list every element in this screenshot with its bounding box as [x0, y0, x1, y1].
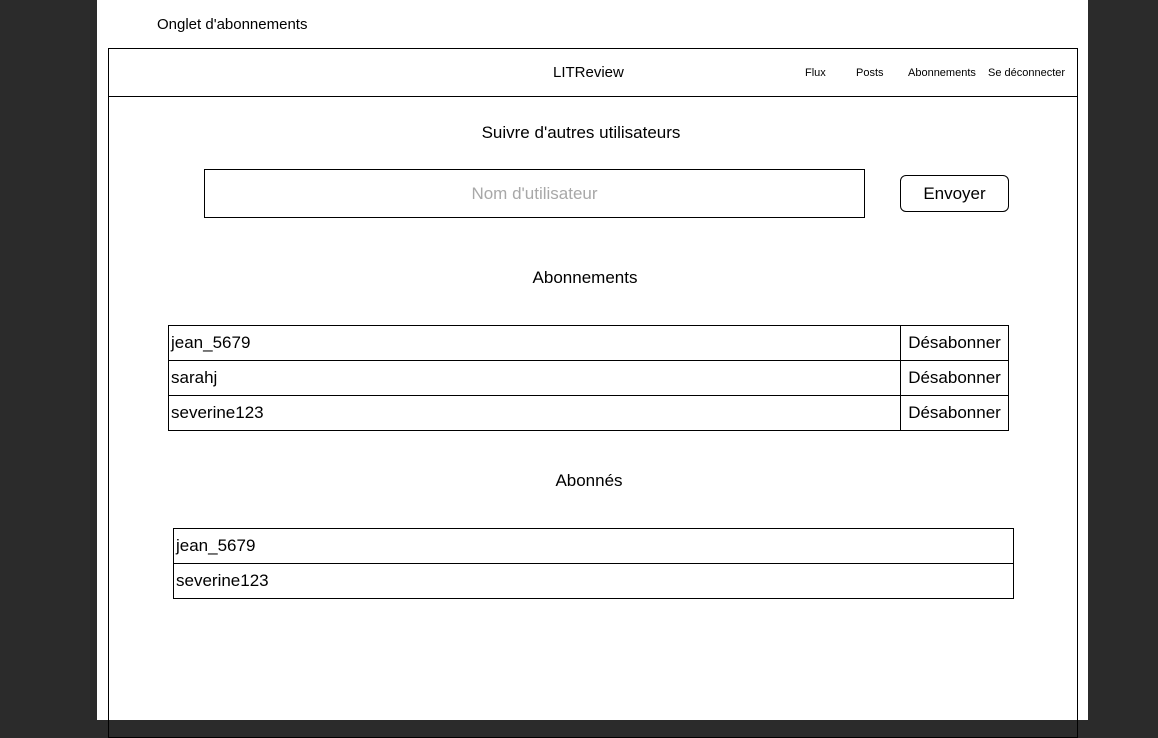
- follower-row: severine123: [173, 563, 1014, 599]
- subscription-username: severine123: [168, 395, 901, 431]
- username-input[interactable]: [204, 169, 865, 218]
- brand-logo[interactable]: LITReview: [553, 64, 624, 81]
- nav-link-abonnements[interactable]: Abonnements: [908, 67, 976, 79]
- subscription-row: sarahj Désabonner: [168, 360, 1009, 396]
- navbar: LITReview Flux Posts Abonnements Se déco…: [109, 49, 1077, 97]
- nav-link-posts[interactable]: Posts: [856, 67, 884, 79]
- followers-section-title: Abonnés: [555, 471, 623, 490]
- followers-table: jean_5679 severine123: [173, 528, 1014, 599]
- follower-row: jean_5679: [173, 528, 1014, 564]
- send-button[interactable]: Envoyer: [900, 175, 1009, 212]
- subscriptions-table: jean_5679 Désabonner sarahj Désabonner s…: [168, 325, 1009, 431]
- subscription-username: jean_5679: [168, 325, 901, 361]
- follow-section-title: Suivre d'autres utilisateurs: [481, 123, 681, 142]
- wireframe-page: Onglet d'abonnements LITReview Flux Post…: [97, 0, 1088, 738]
- page-label: Onglet d'abonnements: [157, 16, 308, 33]
- follower-username: jean_5679: [173, 528, 1014, 564]
- subscription-username: sarahj: [168, 360, 901, 396]
- unsubscribe-button[interactable]: Désabonner: [900, 325, 1009, 361]
- subscription-row: severine123 Désabonner: [168, 395, 1009, 431]
- browser-frame: LITReview Flux Posts Abonnements Se déco…: [108, 48, 1078, 738]
- unsubscribe-button[interactable]: Désabonner: [900, 360, 1009, 396]
- nav-link-logout[interactable]: Se déconnecter: [988, 67, 1065, 79]
- subscriptions-section-title: Abonnements: [532, 268, 638, 287]
- follower-username: severine123: [173, 563, 1014, 599]
- subscription-row: jean_5679 Désabonner: [168, 325, 1009, 361]
- unsubscribe-button[interactable]: Désabonner: [900, 395, 1009, 431]
- nav-link-flux[interactable]: Flux: [805, 67, 826, 79]
